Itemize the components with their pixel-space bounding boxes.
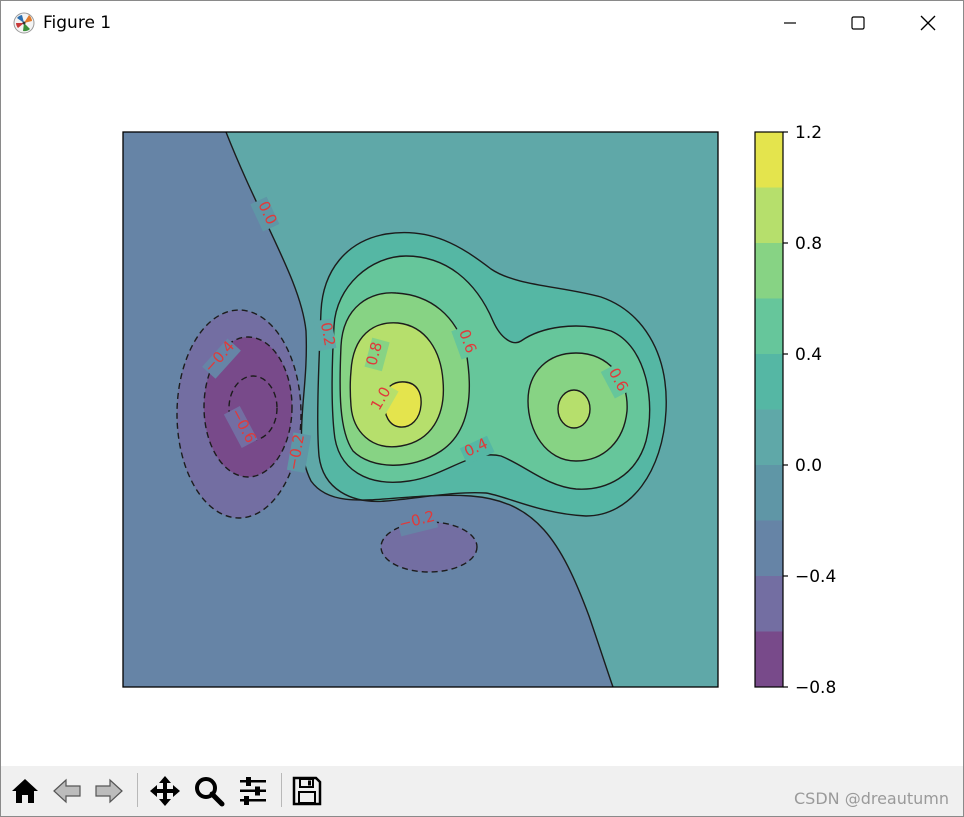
colorbar-segment xyxy=(755,631,783,687)
colorbar-tick-label: 1.2 xyxy=(795,123,822,143)
colorbar-tick-label: 0.0 xyxy=(795,456,822,476)
toolbar-separator xyxy=(281,773,282,807)
back-button[interactable] xyxy=(49,772,85,810)
colorbar-tick-label: 0.8 xyxy=(795,234,822,254)
minimize-button[interactable] xyxy=(755,1,825,45)
maximize-button[interactable] xyxy=(823,1,893,45)
watermark: CSDN @dreautumn xyxy=(793,789,949,808)
close-icon xyxy=(920,15,936,31)
pan-button[interactable] xyxy=(147,772,183,810)
colorbar-tick-label: −0.4 xyxy=(795,567,836,587)
figure-canvas[interactable]: 0.0 0.2 0.8 0.6 1.0 0.6 0.4 −0.4 −0.6 −0… xyxy=(1,45,963,765)
colorbar-segment xyxy=(755,354,783,410)
matplotlib-icon xyxy=(13,12,35,34)
toolbar-separator xyxy=(137,773,138,807)
home-icon xyxy=(12,779,38,803)
magnifier-icon xyxy=(195,777,225,807)
colorbar-tick-label: 0.4 xyxy=(795,345,822,365)
colorbar-tick-label: −0.8 xyxy=(795,678,836,698)
figure-window: Figure 1 0.0 0.2 0.8 0.6 1.0 0.6 0.4 −0.… xyxy=(0,0,964,817)
minimize-icon xyxy=(784,22,796,24)
window-title: Figure 1 xyxy=(43,13,112,33)
colorbar-segment xyxy=(755,465,783,521)
forward-button[interactable] xyxy=(91,772,127,810)
save-button[interactable] xyxy=(289,772,325,810)
colorbar-segment xyxy=(755,243,783,299)
colorbar-segment xyxy=(755,520,783,576)
contour-plot: 0.0 0.2 0.8 0.6 1.0 0.6 0.4 −0.4 −0.6 −0… xyxy=(122,123,836,698)
colorbar-segment xyxy=(755,409,783,465)
colorbar-segment xyxy=(755,187,783,243)
maximize-icon xyxy=(851,16,865,30)
colorbar: 1.2 0.8 0.4 0.0 −0.4 −0.8 xyxy=(754,123,836,698)
move-arrows-icon xyxy=(150,776,180,806)
forward-arrow-icon xyxy=(95,778,123,804)
home-button[interactable] xyxy=(7,772,43,810)
configure-subplots-button[interactable] xyxy=(235,772,271,810)
sliders-icon xyxy=(240,777,266,805)
colorbar-segment xyxy=(755,298,783,354)
back-arrow-icon xyxy=(53,778,81,804)
floppy-disk-icon xyxy=(292,776,322,806)
title-bar: Figure 1 xyxy=(1,1,963,45)
colorbar-segment xyxy=(755,576,783,632)
colorbar-segment xyxy=(755,132,783,188)
zoom-button[interactable] xyxy=(191,772,227,810)
close-button[interactable] xyxy=(893,1,963,45)
